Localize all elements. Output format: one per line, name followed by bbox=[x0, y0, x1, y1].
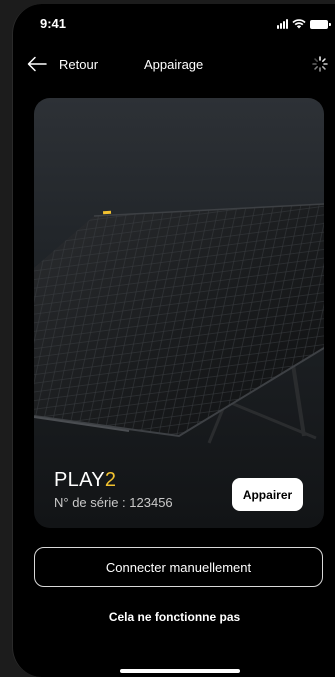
product-name: PLAY2 bbox=[54, 469, 116, 492]
product-name-accent: 2 bbox=[104, 469, 117, 491]
product-card: PLAY2 N° de série : 123456 Appairer bbox=[34, 98, 324, 528]
solar-panel-image bbox=[34, 203, 324, 444]
manual-connect-button[interactable]: Connecter manuellement bbox=[34, 547, 323, 587]
nav-bar: Retour Appairage bbox=[13, 50, 335, 80]
back-button[interactable]: Retour bbox=[27, 52, 98, 76]
status-icons bbox=[277, 17, 331, 29]
wifi-icon bbox=[292, 19, 306, 29]
phone-screen: 9:41 Retour Appairage PLAY2 N° de série … bbox=[12, 4, 335, 677]
not-working-link[interactable]: Cela ne fonctionne pas bbox=[13, 610, 335, 624]
home-indicator bbox=[120, 669, 240, 673]
status-bar: 9:41 bbox=[13, 4, 335, 40]
arrow-left-icon bbox=[27, 56, 47, 72]
product-name-main: PLAY bbox=[54, 469, 105, 491]
signal-icon bbox=[277, 19, 288, 29]
battery-icon bbox=[310, 20, 331, 29]
serial-number: N° de série : 123456 bbox=[54, 495, 173, 510]
back-label: Retour bbox=[59, 56, 99, 72]
page-title: Appairage bbox=[144, 57, 204, 72]
status-time: 9:41 bbox=[40, 16, 67, 31]
spinner-icon bbox=[312, 56, 328, 72]
pair-button[interactable]: Appairer bbox=[232, 478, 303, 511]
